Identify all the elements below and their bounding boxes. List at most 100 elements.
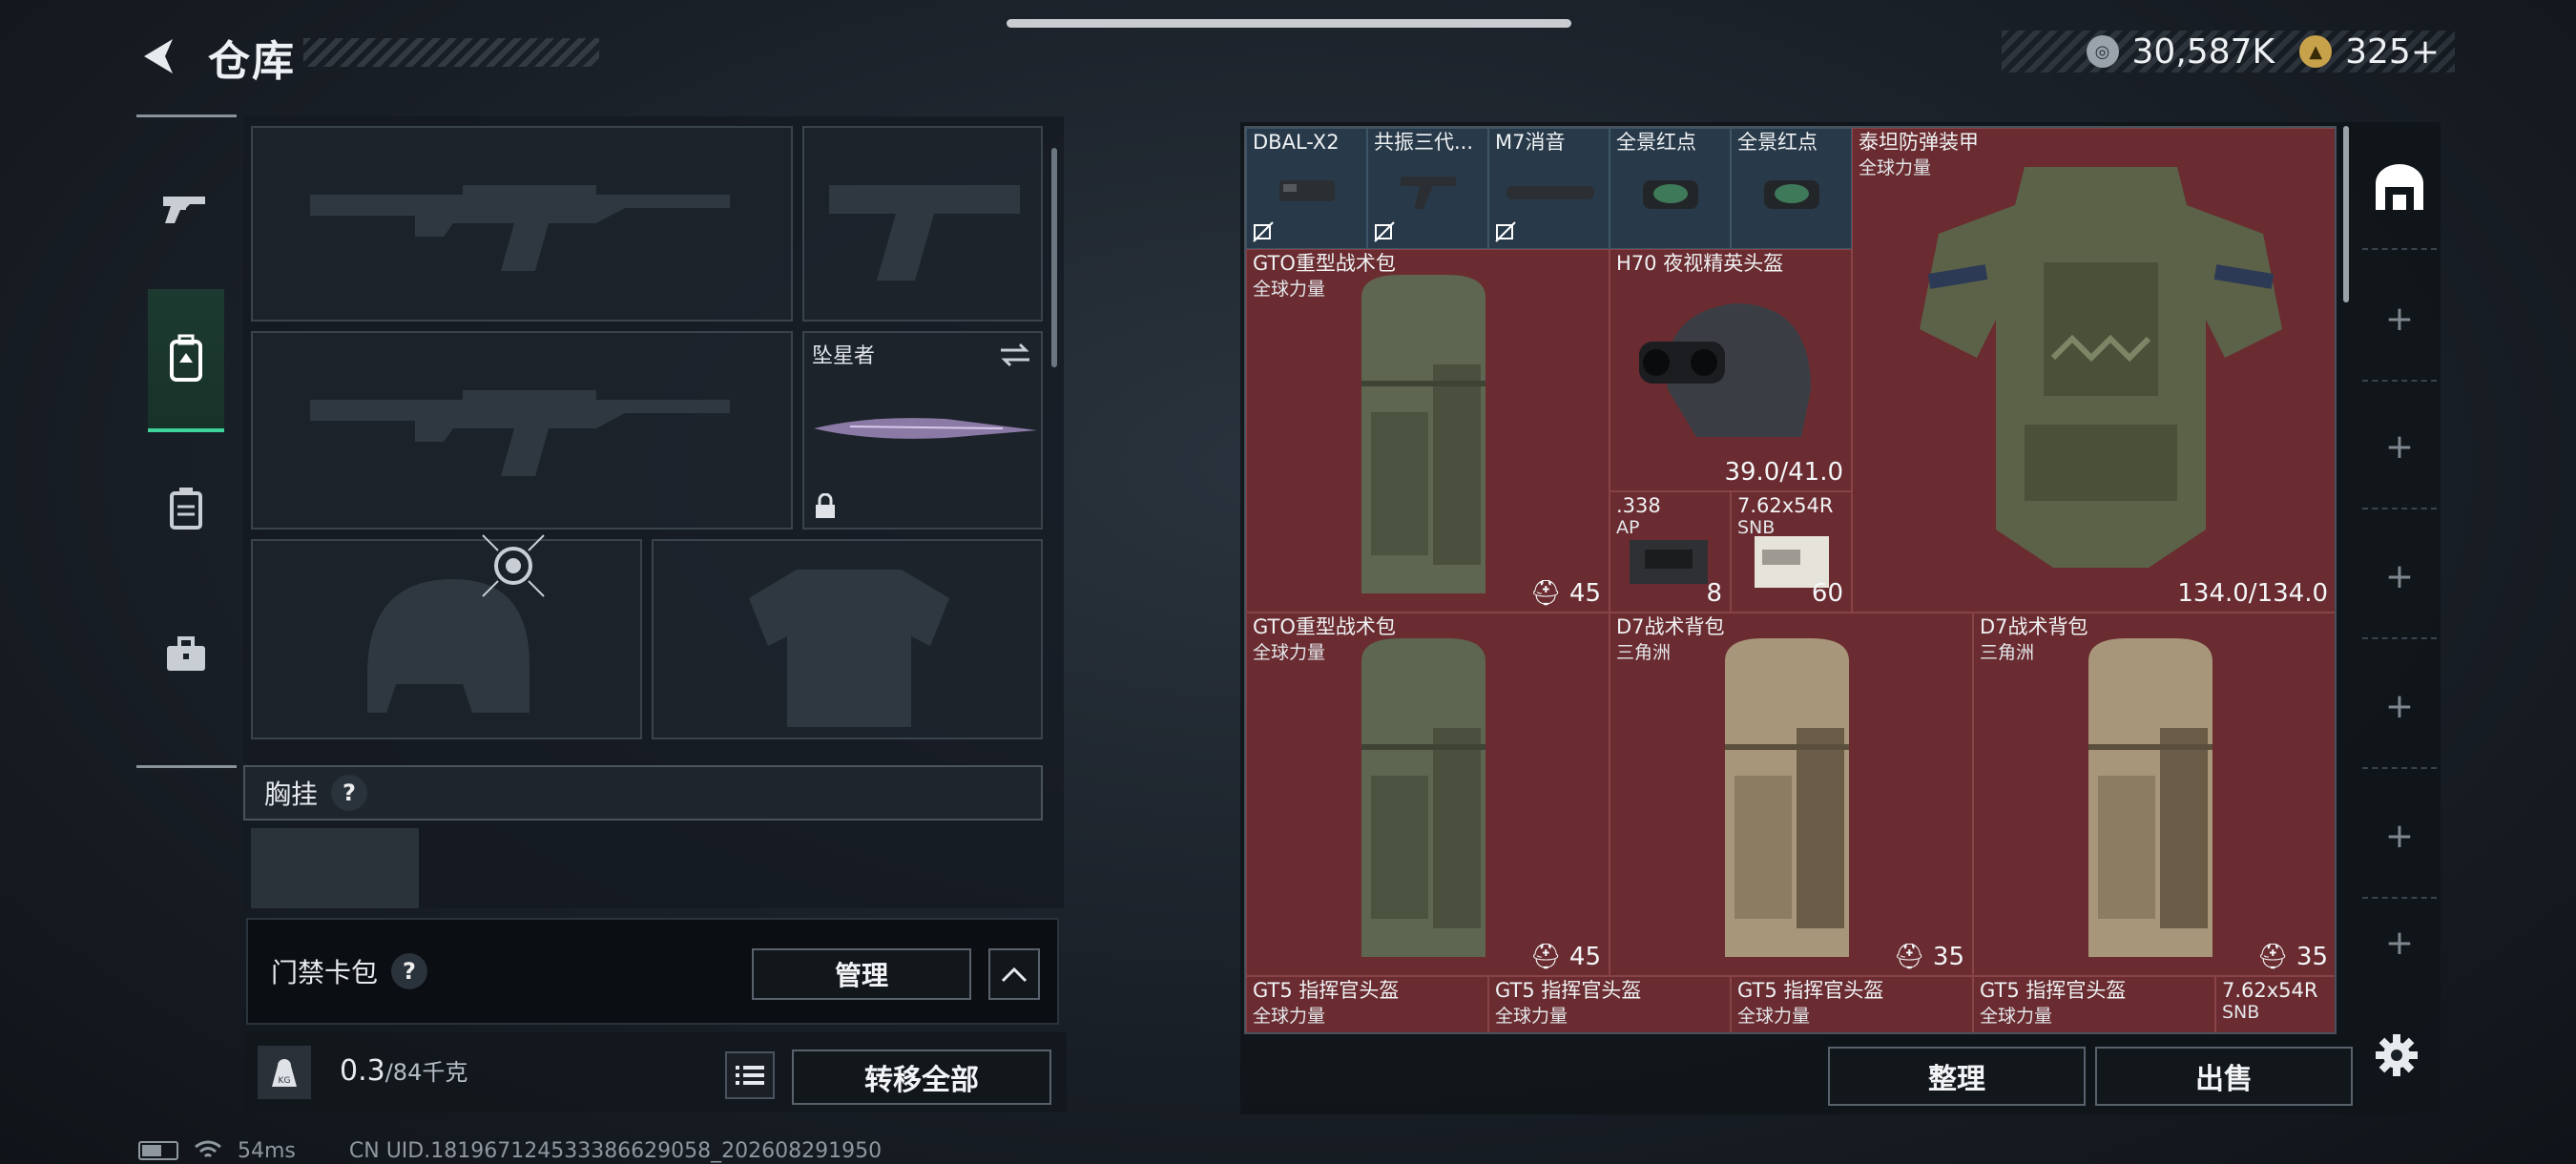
item-faction: 全球力量 bbox=[1980, 1006, 2053, 1027]
stash-item-762-snb[interactable]: 7.62x54R SNB 60 bbox=[1731, 491, 1852, 613]
chest-rig-slot[interactable] bbox=[251, 828, 419, 908]
sell-button[interactable]: 出售 bbox=[2095, 1047, 2353, 1106]
stash-page-add-3[interactable]: + bbox=[2362, 515, 2437, 639]
plus-icon: + bbox=[2384, 556, 2415, 596]
melee-knife-image bbox=[814, 418, 1037, 439]
item-name: H70 夜视精英头盔 bbox=[1616, 252, 1784, 275]
chest-rig-help-icon[interactable]: ? bbox=[331, 775, 368, 811]
stash-item-762-snb-2[interactable]: 7.62x54R SNB bbox=[2215, 976, 2335, 1032]
weight-readout: 0.3/84千克 bbox=[340, 1053, 467, 1088]
chest-rig-header: 胸挂 ? bbox=[243, 765, 1043, 821]
stash-item-d7-bag-1[interactable]: D7战术背包 三角洲 ⛑ 35 bbox=[1610, 613, 1973, 976]
body-armor-slot[interactable] bbox=[652, 539, 1043, 739]
collapse-button[interactable] bbox=[988, 948, 1040, 1000]
ammo-box-image bbox=[1630, 540, 1708, 584]
lock-icon bbox=[816, 493, 835, 518]
stash-item-gt5-helmet-3[interactable]: GT5 指挥官头盔 全球力量 bbox=[1731, 976, 1973, 1032]
sidearm-slot[interactable] bbox=[802, 126, 1043, 322]
stash-item-holo-sight-1[interactable]: 全景红点 bbox=[1610, 128, 1731, 249]
melee-slot[interactable]: 坠星者 bbox=[802, 331, 1043, 530]
weight-current: 0.3 bbox=[340, 1054, 385, 1088]
stash-page-add-6[interactable]: + bbox=[2362, 904, 2437, 981]
stash-item-h70-helmet[interactable]: H70 夜视精英头盔 39.0/41.0 bbox=[1610, 249, 1852, 491]
rifle-silhouette-icon bbox=[310, 185, 730, 271]
tab-weapons[interactable] bbox=[148, 136, 224, 280]
plus-icon: + bbox=[2384, 426, 2415, 467]
loadout-tab-bar bbox=[136, 114, 237, 768]
vest-icon bbox=[170, 488, 202, 530]
stash-item-m7-suppressor[interactable]: M7消音 bbox=[1488, 128, 1610, 249]
stash-item-holo-sight-2[interactable]: 全景红点 bbox=[1731, 128, 1852, 249]
stash-scrollbar[interactable] bbox=[2343, 126, 2349, 302]
stash-page-add-5[interactable]: + bbox=[2362, 775, 2437, 899]
settings-button[interactable] bbox=[2368, 1027, 2425, 1084]
keycard-case-row: 门禁卡包 ? 管理 bbox=[246, 918, 1059, 1025]
gear-icon bbox=[2376, 1034, 2418, 1076]
equipment-scrollbar[interactable] bbox=[1051, 148, 1057, 367]
stash-page-main[interactable] bbox=[2362, 126, 2437, 250]
item-name: GT5 指挥官头盔 bbox=[1737, 979, 1884, 1002]
stash-page-add-2[interactable]: + bbox=[2362, 385, 2437, 509]
warehouse-icon bbox=[2376, 164, 2423, 210]
stash-item-dbal[interactable]: DBAL-X2 bbox=[1246, 128, 1367, 249]
stash-item-titan-armor[interactable]: 泰坦防弹装甲 全球力量 134.0/134.0 bbox=[1852, 128, 2335, 613]
currency-bar: ◎ 30,587K ▲ 325+ bbox=[2002, 31, 2455, 73]
red-dot-sight-image bbox=[1643, 180, 1698, 209]
gold-coin-icon: ▲ bbox=[2299, 35, 2333, 68]
item-count: 8 bbox=[1706, 579, 1722, 608]
briefcase-icon bbox=[167, 636, 205, 671]
item-faction: 全球力量 bbox=[1495, 1006, 1568, 1027]
stash-grid: DBAL-X2 共振三代... M7消音 全景红点 全景红点 泰坦防弹装甲 全球… bbox=[1244, 126, 2337, 1034]
armor-silhouette-icon bbox=[749, 570, 949, 727]
pistol-silhouette-icon bbox=[829, 185, 1020, 281]
stash-item-d7-bag-2[interactable]: D7战术背包 三角洲 ⛑ 35 bbox=[1973, 613, 2335, 976]
item-name: 7.62x54R bbox=[2222, 979, 2318, 1002]
night-vision-helmet-image bbox=[1639, 303, 1811, 437]
item-faction: 三角洲 bbox=[1616, 642, 1672, 663]
sort-button[interactable]: 整理 bbox=[1828, 1047, 2086, 1106]
page-title: 仓库 bbox=[208, 37, 296, 86]
item-count: ⛑ 45 bbox=[1529, 943, 1601, 971]
item-name: .338 bbox=[1616, 494, 1661, 517]
item-count: 60 bbox=[1811, 579, 1843, 608]
no-attach-icon bbox=[1495, 221, 1516, 242]
tab-backpack[interactable] bbox=[148, 289, 224, 432]
keycard-label: 门禁卡包 bbox=[271, 957, 379, 988]
silver-coin-icon: ◎ bbox=[2086, 35, 2119, 68]
item-faction: 三角洲 bbox=[1980, 642, 2035, 663]
secondary-weapon-slot[interactable] bbox=[251, 331, 793, 530]
helmet-slot[interactable] bbox=[251, 539, 642, 739]
tab-chest-rig[interactable] bbox=[148, 437, 224, 580]
back-button[interactable] bbox=[134, 31, 185, 82]
home-indicator bbox=[1007, 19, 1571, 28]
plus-icon: + bbox=[2384, 686, 2415, 726]
stash-item-resonance[interactable]: 共振三代... bbox=[1367, 128, 1488, 249]
plus-icon: + bbox=[2384, 816, 2415, 856]
stash-item-gt5-helmet-4[interactable]: GT5 指挥官头盔 全球力量 bbox=[1973, 976, 2215, 1032]
tab-secure-case[interactable] bbox=[148, 583, 224, 726]
item-faction: 全球力量 bbox=[1737, 1006, 1811, 1027]
suppressor-image bbox=[1506, 186, 1594, 199]
grip-image bbox=[1401, 177, 1456, 209]
stash-item-gto-bag-2[interactable]: GTO重型战术包 全球力量 ⛑ 45 bbox=[1246, 613, 1610, 976]
list-view-button[interactable] bbox=[725, 1051, 775, 1099]
gold-currency-value[interactable]: 325+ bbox=[2345, 32, 2440, 72]
item-name: 共振三代... bbox=[1374, 131, 1474, 154]
gun-icon bbox=[163, 197, 205, 223]
stash-page-add-4[interactable]: + bbox=[2362, 645, 2437, 769]
title-decoration bbox=[303, 38, 599, 67]
stash-item-gto-bag-1[interactable]: GTO重型战术包 全球力量 ⛑ 45 bbox=[1246, 249, 1610, 613]
stash-item-gt5-helmet-2[interactable]: GT5 指挥官头盔 全球力量 bbox=[1488, 976, 1731, 1032]
transfer-all-button[interactable]: 转移全部 bbox=[792, 1050, 1051, 1105]
stash-page-add-1[interactable]: + bbox=[2362, 258, 2437, 382]
chevron-up-icon bbox=[1001, 967, 1028, 983]
stash-item-338-ap[interactable]: .338 AP 8 bbox=[1610, 491, 1731, 613]
primary-weapon-slot[interactable] bbox=[251, 126, 793, 322]
swap-arrows-icon[interactable] bbox=[999, 343, 1031, 367]
stash-item-gt5-helmet-1[interactable]: GT5 指挥官头盔 全球力量 bbox=[1246, 976, 1488, 1032]
manage-button[interactable]: 管理 bbox=[752, 948, 971, 1000]
chest-rig-label: 胸挂 bbox=[264, 779, 319, 810]
no-attach-icon bbox=[1374, 221, 1395, 242]
keycard-help-icon[interactable]: ? bbox=[391, 953, 428, 989]
item-faction: 全球力量 bbox=[1253, 279, 1326, 300]
